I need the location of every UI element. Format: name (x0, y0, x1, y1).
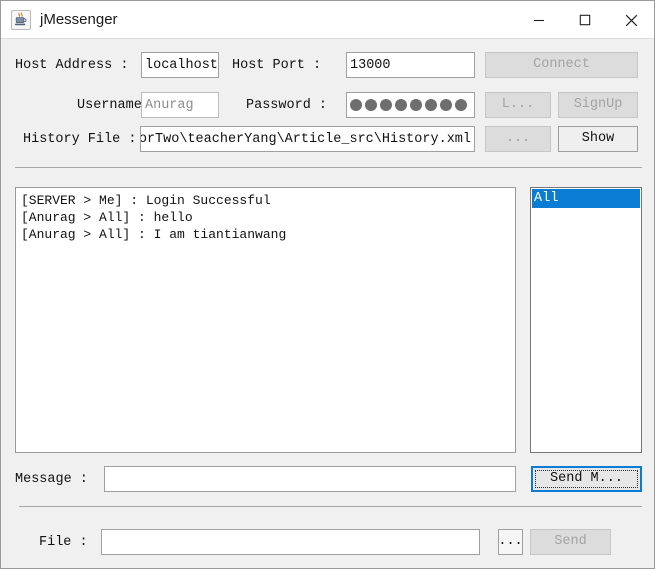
history-show-button[interactable]: Show (558, 126, 638, 152)
file-label: File : (39, 535, 88, 550)
chat-line: [Anurag > All] : I am tiantianwang (21, 227, 287, 242)
username-input[interactable]: Anurag (141, 92, 219, 118)
window-title: jMessenger (40, 11, 118, 28)
message-input[interactable] (104, 466, 516, 492)
password-input[interactable] (346, 92, 475, 118)
message-label: Message : (15, 472, 88, 487)
password-dot (440, 99, 452, 111)
connect-button[interactable]: Connect (485, 52, 638, 78)
close-button[interactable] (608, 1, 654, 39)
title-bar-left: jMessenger (11, 10, 118, 30)
header-separator (15, 167, 642, 168)
host-address-label: Host Address : (15, 58, 129, 73)
window-controls (516, 1, 654, 39)
footer-separator (19, 506, 642, 507)
send-message-button[interactable]: Send M... (531, 466, 642, 492)
chat-line: [Anurag > All] : hello (21, 210, 193, 225)
password-dot (365, 99, 377, 111)
host-address-input[interactable]: localhost (141, 52, 219, 78)
file-browse-button[interactable]: ... (498, 529, 523, 555)
chat-log[interactable]: [SERVER > Me] : Login Successful [Anurag … (15, 187, 516, 453)
java-coffee-cup-icon (11, 10, 31, 30)
maximize-button[interactable] (562, 1, 608, 39)
password-dot (455, 99, 467, 111)
user-list-item[interactable]: All (532, 189, 640, 208)
host-port-label: Host Port : (232, 58, 322, 73)
password-dot (395, 99, 407, 111)
minimize-button[interactable] (516, 1, 562, 39)
signup-button[interactable]: SignUp (558, 92, 638, 118)
send-file-button[interactable]: Send (530, 529, 611, 555)
history-browse-button[interactable]: ... (485, 126, 551, 152)
user-list[interactable]: All (530, 187, 642, 453)
jmessenger-window: jMessenger Host Address : localhost Host… (0, 0, 655, 569)
password-dot (410, 99, 422, 111)
file-input[interactable] (101, 529, 480, 555)
password-dot (425, 99, 437, 111)
title-bar: jMessenger (1, 1, 654, 39)
history-file-label: History File : (23, 132, 137, 147)
login-button[interactable]: L... (485, 92, 551, 118)
password-dot (350, 99, 362, 111)
host-port-input[interactable]: 13000 (346, 52, 475, 78)
history-file-input[interactable]: orTwo\teacherYang\Article_src\History.xm… (140, 126, 475, 152)
password-label: Password : (246, 98, 328, 113)
password-dot (380, 99, 392, 111)
password-masked-dots (350, 99, 467, 111)
chat-line: [SERVER > Me] : Login Successful (21, 193, 271, 208)
send-message-label: Send M... (550, 471, 623, 487)
